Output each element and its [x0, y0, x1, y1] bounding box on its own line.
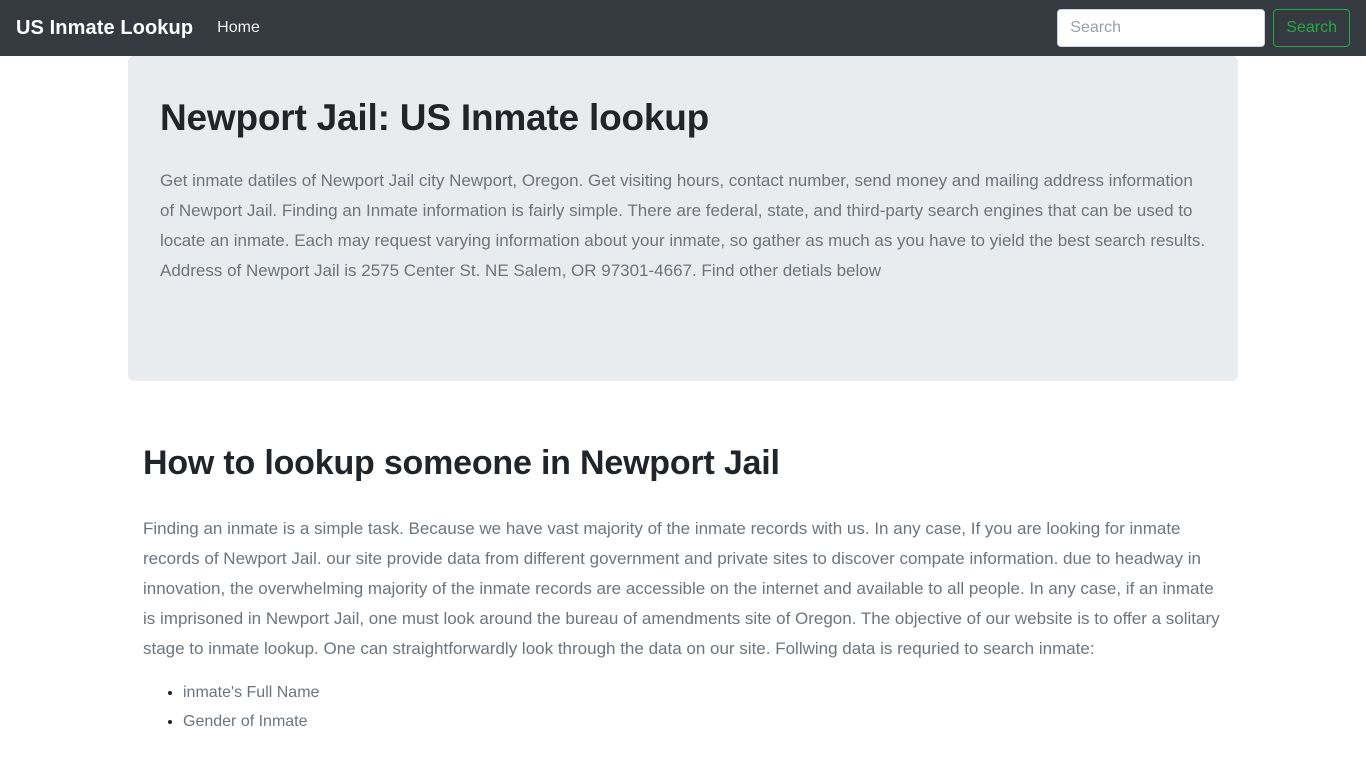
navbar-brand[interactable]: US Inmate Lookup [16, 17, 193, 40]
lookup-section: How to lookup someone in Newport Jail Fi… [143, 443, 1223, 736]
top-navbar: US Inmate Lookup Home Search [0, 0, 1366, 56]
list-item: inmate's Full Name [183, 678, 1223, 707]
hero-description: Get inmate datiles of Newport Jail city … [160, 171, 1206, 281]
section-paragraph: Finding an inmate is a simple task. Beca… [143, 518, 1220, 658]
navbar-search-form: Search [1057, 9, 1350, 47]
list-item: Gender of Inmate [183, 707, 1223, 736]
nav-link-home[interactable]: Home [217, 19, 260, 37]
main-container: How to lookup someone in Newport Jail Fi… [128, 443, 1238, 736]
required-data-list: inmate's Full Name Gender of Inmate [143, 678, 1223, 736]
search-input[interactable] [1057, 9, 1266, 47]
page-content: Newport Jail: US Inmate lookup Get inmat… [0, 56, 1366, 736]
page-title: Newport Jail: US Inmate lookup [160, 97, 710, 138]
hero-jumbotron: Newport Jail: US Inmate lookup Get inmat… [128, 56, 1238, 381]
navbar-links: Home [217, 19, 260, 37]
search-button[interactable]: Search [1273, 9, 1350, 47]
section-heading: How to lookup someone in Newport Jail [143, 444, 780, 482]
